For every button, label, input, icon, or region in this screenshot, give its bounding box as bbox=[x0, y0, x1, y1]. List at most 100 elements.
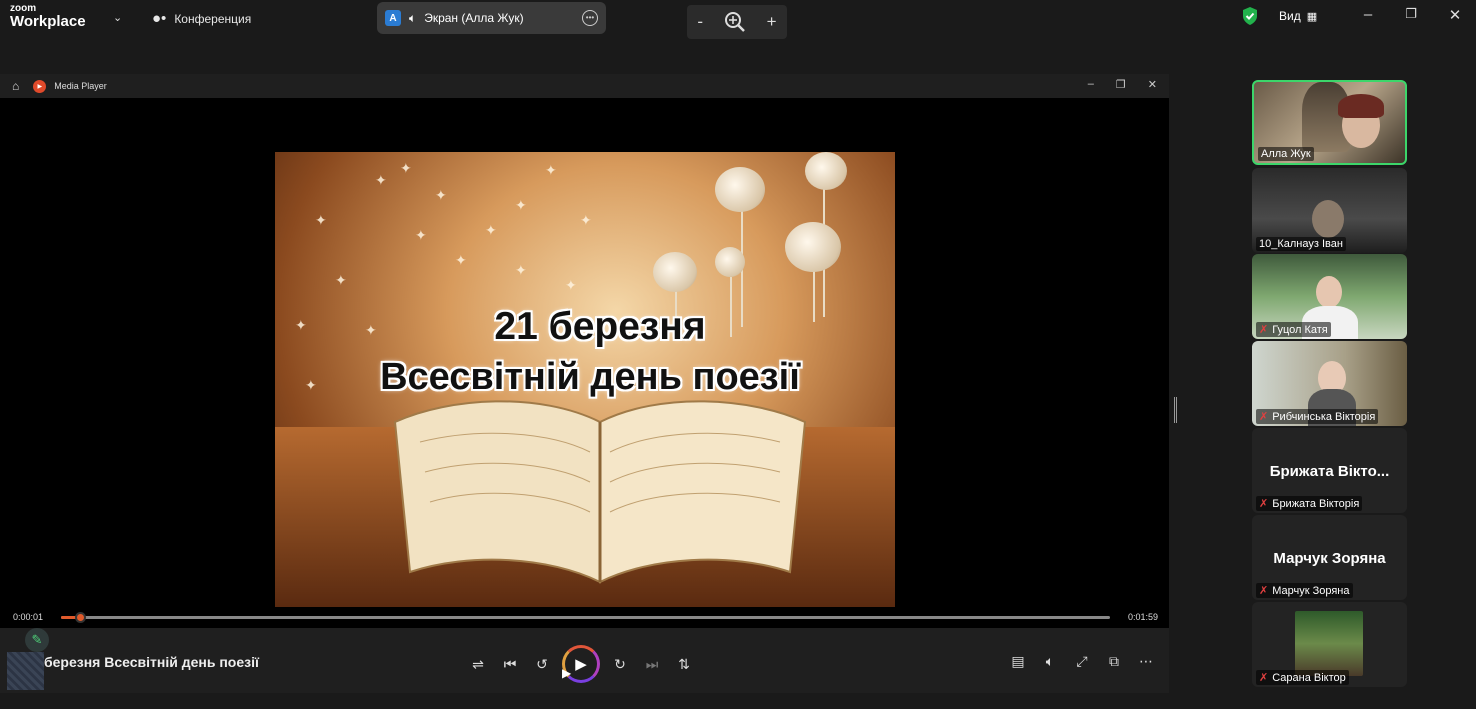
mp-restore-icon[interactable]: ❐ bbox=[1116, 78, 1126, 91]
participant-tile[interactable]: Брижата Вікто... ✗ Брижата Вікторія bbox=[1252, 428, 1407, 513]
meeting-label: Конференция bbox=[174, 11, 252, 26]
butterfly-icon: ✦ bbox=[315, 212, 327, 228]
mouse-cursor-icon: ▶ bbox=[562, 666, 572, 680]
share-label: Экран (Алла Жук) bbox=[424, 11, 524, 25]
butterfly-icon: ✦ bbox=[515, 197, 527, 213]
zoom-out-button[interactable]: - bbox=[697, 12, 703, 32]
zoom-control: - + bbox=[687, 5, 787, 39]
volume-icon[interactable]: 🔈︎ bbox=[1034, 645, 1066, 677]
participant-name: Рибчинська Вікторія bbox=[1272, 410, 1376, 423]
media-player-window: ⌂ ▶ Media Player – ❐ ✕ ✦ ✦ ✦ ✦ ✦ ✦ ✦ ✦ ✦… bbox=[0, 74, 1169, 693]
muted-mic-icon: ✗ bbox=[1259, 585, 1269, 597]
mp-minimize-icon[interactable]: – bbox=[1088, 78, 1094, 91]
hair bbox=[1338, 94, 1384, 118]
butterfly-icon: ✦ bbox=[455, 252, 467, 268]
meeting-info-button[interactable]: ●• Конференция bbox=[152, 10, 251, 27]
participant-tile[interactable]: Алла Жук bbox=[1252, 80, 1407, 165]
view-label: Вид bbox=[1279, 9, 1301, 23]
previous-icon[interactable]: ⏮︎ bbox=[494, 648, 526, 680]
participant-name: Марчук Зоряна bbox=[1272, 584, 1350, 597]
zoom-logo[interactable]: zoom Workplace bbox=[10, 4, 86, 30]
participant-tile[interactable]: ✗ Сарана Віктор bbox=[1252, 602, 1407, 687]
participant-name: Гуцол Катя bbox=[1272, 323, 1328, 336]
butterfly-icon: ✦ bbox=[435, 187, 447, 203]
media-player-icon: ▶ bbox=[33, 79, 47, 93]
butterfly-icon: ✦ bbox=[400, 160, 412, 176]
media-player-titlebar: ⌂ ▶ Media Player – ❐ ✕ bbox=[0, 74, 1169, 98]
flower bbox=[653, 252, 697, 292]
speaker-icon: 🔈︎ bbox=[409, 10, 417, 25]
butterfly-icon: ✦ bbox=[565, 277, 577, 293]
fullscreen-icon[interactable]: ⤢ bbox=[1066, 645, 1098, 677]
flower bbox=[715, 247, 745, 277]
captions-icon[interactable]: ▤ bbox=[1002, 645, 1034, 677]
share-badge: A bbox=[385, 10, 401, 26]
participant-label: ✗ Гуцол Катя bbox=[1256, 322, 1331, 337]
zoom-top-bar: zoom Workplace ⌄ ●• Конференция A 🔈︎ Экр… bbox=[0, 0, 1476, 39]
seek-track[interactable] bbox=[61, 616, 1110, 619]
video-title-line2: Всесвітній день поезії bbox=[380, 356, 800, 398]
flower bbox=[805, 152, 847, 190]
current-time: 0:00:01 bbox=[13, 612, 44, 622]
butterfly-icon: ✦ bbox=[375, 172, 387, 188]
transport-controls: ⇌ ⏮︎ ↺ ▶ ↻ ⏭︎ ⇅ bbox=[462, 645, 700, 683]
butterfly-icon: ✦ bbox=[335, 272, 347, 288]
muted-mic-icon: ✗ bbox=[1259, 672, 1269, 684]
participant-label: Алла Жук bbox=[1258, 147, 1314, 161]
participant-name: Сарана Віктор bbox=[1272, 671, 1346, 684]
more-options-icon[interactable]: ⋯ bbox=[1130, 645, 1162, 677]
close-icon[interactable]: ✕ bbox=[1445, 6, 1465, 24]
participant-tile[interactable]: Марчук Зоряна ✗ Марчук Зоряна bbox=[1252, 515, 1407, 600]
participant-tile[interactable]: ✗ Гуцол Катя bbox=[1252, 254, 1407, 339]
next-icon[interactable]: ⏭︎ bbox=[636, 648, 668, 680]
seek-bar: 0:00:01 0:01:59 bbox=[0, 606, 1169, 628]
participant-tile[interactable]: 10_Калнауз Іван bbox=[1252, 168, 1407, 253]
album-thumbnail bbox=[7, 652, 44, 690]
participant-label: ✗ Брижата Вікторія bbox=[1256, 496, 1363, 511]
player-controls: ✎ березня Всесвітній день поезії ⇌ ⏮︎ ↺ … bbox=[0, 628, 1169, 693]
repeat-off-icon[interactable]: ⇅ bbox=[668, 648, 700, 680]
now-playing-title: березня Всесвітній день поезії bbox=[44, 654, 259, 670]
more-icon[interactable]: ••• bbox=[582, 10, 598, 26]
face bbox=[1312, 200, 1344, 238]
flower bbox=[715, 167, 765, 212]
participant-display-name: Марчук Зоряна bbox=[1273, 550, 1386, 567]
shield-icon[interactable] bbox=[1241, 6, 1259, 26]
video-title-line1: 21 березня bbox=[494, 305, 706, 348]
view-button[interactable]: Вид ▦ bbox=[1279, 9, 1317, 23]
right-controls: ▤ 🔈︎ ⤢ ⧉ ⋯ bbox=[1002, 645, 1162, 677]
face bbox=[1316, 276, 1342, 308]
participant-tile[interactable]: ✗ Рибчинська Вікторія bbox=[1252, 341, 1407, 426]
butterfly-icon: ✦ bbox=[580, 212, 592, 228]
seek-thumb[interactable] bbox=[75, 612, 86, 623]
butterfly-icon: ✦ bbox=[485, 222, 497, 238]
rewind-10-icon[interactable]: ↺ bbox=[526, 648, 558, 680]
shuffle-icon[interactable]: ⇌ bbox=[462, 648, 494, 680]
zoom-in-button[interactable]: + bbox=[767, 12, 777, 32]
butterfly-icon: ✦ bbox=[515, 262, 527, 278]
video-frame[interactable]: ✦ ✦ ✦ ✦ ✦ ✦ ✦ ✦ ✦ ✦ ✦ ✦ ✦ ✦ ✦ ✦ 21 берез… bbox=[275, 152, 895, 607]
chevron-down-icon[interactable]: ⌄ bbox=[113, 11, 122, 24]
muted-mic-icon: ✗ bbox=[1259, 498, 1269, 510]
participant-name: Алла Жук bbox=[1261, 148, 1311, 160]
magnifier-icon[interactable] bbox=[724, 11, 746, 33]
restore-icon[interactable]: ❐ bbox=[1401, 6, 1421, 22]
forward-30-icon[interactable]: ↻ bbox=[604, 648, 636, 680]
participant-label: ✗ Сарана Віктор bbox=[1256, 670, 1349, 685]
mini-player-icon[interactable]: ⧉ bbox=[1098, 645, 1130, 677]
flower bbox=[785, 222, 841, 272]
pencil-icon[interactable]: ✎ bbox=[25, 628, 49, 652]
panel-splitter[interactable] bbox=[1174, 397, 1177, 423]
mp-close-icon[interactable]: ✕ bbox=[1148, 78, 1157, 91]
screen-share-pill[interactable]: A 🔈︎ Экран (Алла Жук) ••• bbox=[377, 2, 606, 34]
participant-label: 10_Калнауз Іван bbox=[1256, 237, 1346, 251]
participant-name: Брижата Вікторія bbox=[1272, 497, 1360, 510]
avatar bbox=[1295, 611, 1363, 676]
total-time: 0:01:59 bbox=[1128, 612, 1159, 622]
grid-icon: ▦ bbox=[1306, 10, 1318, 23]
brand-big: Workplace bbox=[10, 13, 86, 30]
minimize-icon[interactable]: – bbox=[1358, 6, 1378, 23]
butterfly-icon: ✦ bbox=[545, 162, 557, 178]
open-book bbox=[393, 400, 807, 584]
home-icon[interactable]: ⌂ bbox=[12, 79, 19, 93]
